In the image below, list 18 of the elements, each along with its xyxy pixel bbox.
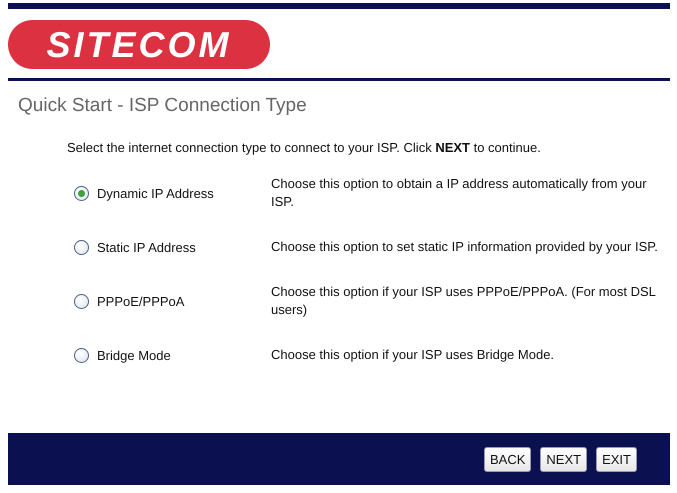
- radio-button[interactable]: [74, 294, 89, 308]
- wizard-button[interactable]: EXIT: [596, 446, 637, 472]
- option-label[interactable]: Dynamic IP Address: [97, 186, 214, 200]
- option-description: Choose this option if your ISP uses PPPoE/PPPoA. (For most DSL users): [271, 283, 656, 319]
- radio-button[interactable]: [74, 348, 89, 362]
- option-label[interactable]: Static IP Address: [97, 240, 196, 254]
- option-label[interactable]: Bridge Mode: [97, 348, 171, 362]
- option-description: Choose this option if your ISP uses Bridge Mode.: [271, 346, 556, 364]
- wizard-button[interactable]: NEXT: [540, 446, 588, 472]
- logo: SITECOM: [8, 20, 270, 69]
- option-label[interactable]: PPPoE/PPPoA: [97, 294, 184, 308]
- instruction-text: Select the internet connection type to connect to your ISP. Click NEXT to continue.: [66, 139, 542, 155]
- radio-button[interactable]: [74, 240, 89, 254]
- page-title: Quick Start - ISP Connection Type: [17, 94, 308, 117]
- option-description: Choose this option to obtain a IP address automatically from your ISP.: [271, 175, 648, 211]
- radio-button[interactable]: [74, 186, 89, 200]
- option-description: Choose this option to set static IP information provided by your ISP.: [271, 238, 659, 256]
- wizard-button[interactable]: BACK: [484, 446, 532, 472]
